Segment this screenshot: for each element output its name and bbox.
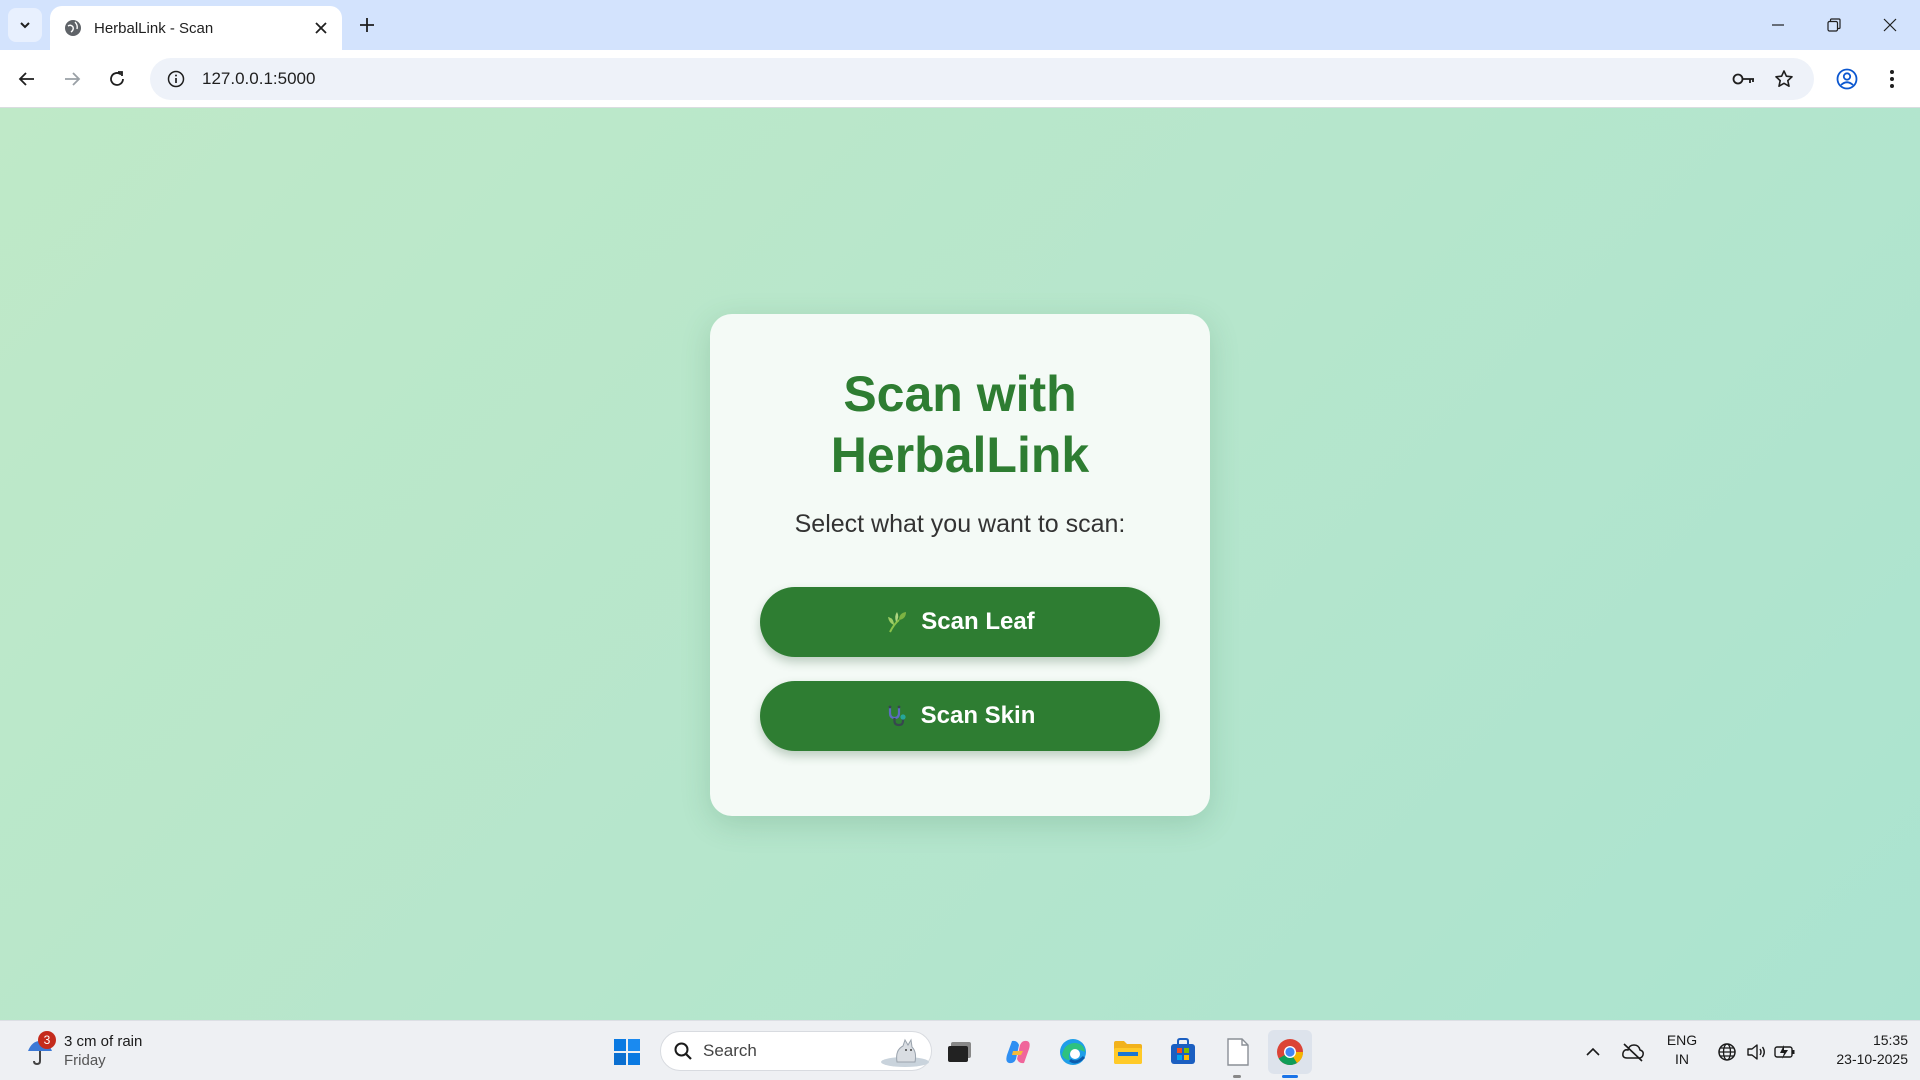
scan-leaf-label: Scan Leaf [921,608,1035,635]
restore-button[interactable] [1806,0,1862,50]
microsoft-store-button[interactable] [1161,1030,1205,1074]
copilot-icon [1006,1040,1030,1064]
plus-icon [360,18,374,32]
address-bar[interactable]: 127.0.0.1:5000 [150,58,1814,100]
chrome-active-indicator [1282,1075,1298,1078]
battery-button[interactable] [1771,1030,1799,1074]
taskbar-search[interactable]: Search [660,1031,932,1071]
page-viewport: Scan with HerbalLink Select what you wan… [0,108,1920,1020]
network-button[interactable] [1713,1030,1741,1074]
chevron-up-icon [1586,1047,1600,1056]
volume-button[interactable] [1742,1030,1770,1074]
speaker-icon [1747,1044,1765,1060]
onedrive-status-button[interactable] [1618,1030,1648,1074]
weather-text: 3 cm of rain [64,1033,143,1050]
folder-icon [1114,1041,1142,1064]
browser-tab[interactable]: HerbalLink - Scan [50,6,342,50]
globe-icon [65,20,81,36]
page-subtitle: Select what you want to scan: [794,510,1126,538]
battery-charging-icon [1774,1045,1795,1059]
url-text[interactable]: 127.0.0.1:5000 [202,69,1724,89]
weather-badge: 3 [38,1031,56,1049]
show-hidden-icons-button[interactable] [1578,1030,1608,1074]
forward-button[interactable] [54,61,90,97]
notepad-running-indicator [1233,1075,1241,1078]
clock-date: 23-10-2025 [1836,1051,1908,1067]
file-icon [1227,1038,1249,1066]
reload-icon [110,71,124,86]
scan-leaf-button[interactable]: Scan Leaf [760,587,1160,657]
arrow-left-icon [18,72,34,86]
profile-icon [1836,68,1858,90]
search-icon [674,1042,692,1060]
close-window-button[interactable] [1862,0,1918,50]
minimize-icon [1772,24,1784,26]
language-code: ENG [1666,1032,1698,1048]
tab-strip: HerbalLink - Scan [0,0,1920,50]
region-code: IN [1675,1051,1689,1067]
scan-card: Scan with HerbalLink Select what you wan… [710,314,1210,816]
minimize-button[interactable] [1750,0,1806,50]
copilot-button[interactable] [996,1030,1040,1074]
start-button[interactable] [605,1030,649,1074]
system-clock[interactable]: 15:35 23-10-2025 [1808,1031,1908,1069]
store-icon [1171,1038,1195,1064]
close-tab-icon[interactable] [308,15,334,41]
file-explorer-button[interactable] [1106,1030,1150,1074]
weather-widget[interactable]: 3 3 cm of rain Friday [22,1029,142,1073]
reload-button[interactable] [99,61,135,97]
password-key-icon[interactable] [1724,61,1764,97]
more-vertical-icon [1890,70,1894,88]
new-tab-button[interactable] [350,8,384,42]
cloud-off-icon [1622,1043,1644,1062]
task-view-icon [948,1042,971,1062]
leaf-icon [885,610,909,634]
tab-search-button[interactable] [8,8,42,42]
profile-button[interactable] [1829,61,1865,97]
bookmark-star-icon[interactable] [1764,61,1804,97]
scan-skin-button[interactable]: Scan Skin [760,681,1160,751]
restore-icon [1827,18,1841,32]
chrome-button[interactable] [1268,1030,1312,1074]
page-title: Scan with HerbalLink [830,366,1090,483]
edge-button[interactable] [1051,1030,1095,1074]
close-icon [1883,18,1897,32]
menu-button[interactable] [1874,61,1910,97]
notepad-button[interactable] [1216,1030,1260,1074]
chrome-icon [1277,1039,1304,1066]
clock-time: 15:35 [1872,1032,1908,1048]
back-button[interactable] [9,61,45,97]
chevron-down-icon [20,22,30,29]
weather-day: Friday [64,1052,106,1069]
language-indicator[interactable]: ENG IN [1660,1031,1704,1069]
search-highlight-icon [881,1038,929,1067]
arrow-right-icon [65,72,81,86]
search-placeholder: Search [703,1041,757,1060]
globe-network-icon [1718,1043,1736,1061]
taskbar: 3 3 cm of rain Friday Search ENG IN 15:3… [0,1020,1920,1080]
umbrella-icon: 3 [22,1031,58,1069]
edge-icon [1060,1039,1086,1065]
tab-title: HerbalLink - Scan [94,19,214,37]
windows-start-icon [614,1039,640,1065]
site-info-icon[interactable] [156,70,196,88]
task-view-button[interactable] [938,1030,982,1074]
browser-toolbar: 127.0.0.1:5000 [0,50,1920,108]
stethoscope-icon [885,704,909,728]
scan-skin-label: Scan Skin [920,702,1036,729]
